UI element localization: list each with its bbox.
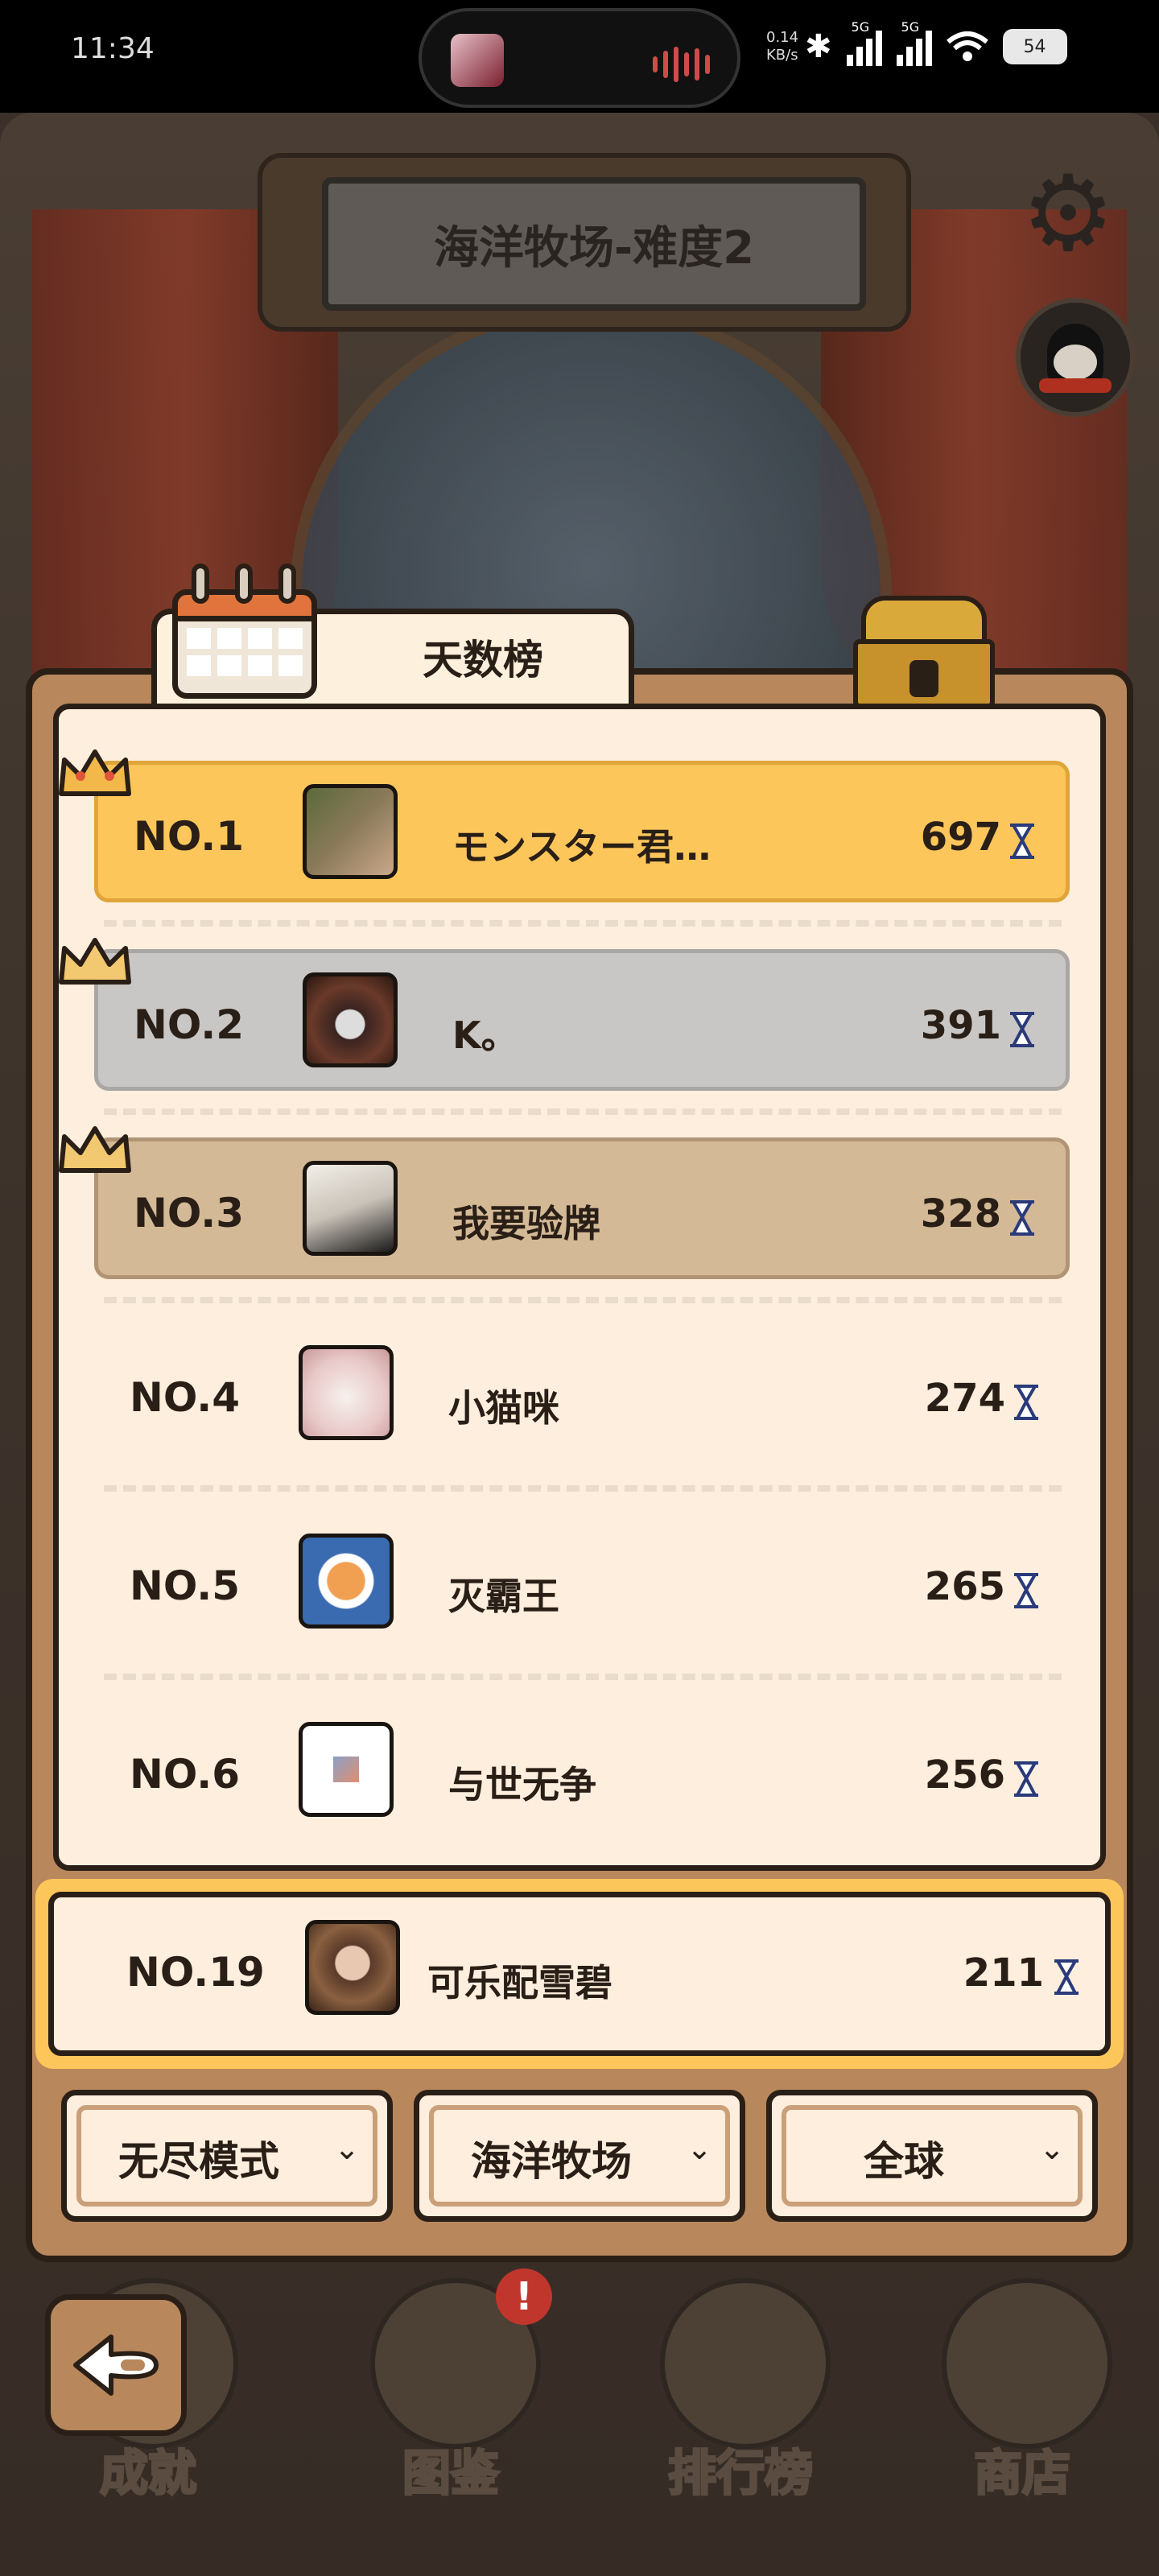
hourglass-icon (1010, 824, 1034, 859)
hourglass-icon (1014, 1385, 1038, 1420)
bluetooth-icon: ✱ (805, 28, 832, 65)
nav-label: 排行榜 (667, 2445, 815, 2504)
signal-1: 5G (846, 19, 882, 66)
region-dropdown[interactable]: 全球 ⌄ (766, 2090, 1098, 2222)
back-arrow-icon (73, 2334, 159, 2396)
hourglass-icon (1014, 1761, 1038, 1797)
net-speed-unit: KB/s (766, 47, 798, 64)
nav-label: 图鉴 (402, 2445, 501, 2504)
qq-penguin-icon[interactable] (1016, 298, 1135, 417)
row-divider (104, 1485, 1062, 1492)
nav-collection[interactable]: ! 图鉴 (338, 2268, 563, 2520)
signal-2-label: 5G (901, 19, 920, 35)
list-item-rank-4[interactable]: NO.4 小猫咪 274 (94, 1326, 1070, 1468)
player-name: 我要验牌 (452, 1202, 600, 1245)
nav-label: 商店 (973, 2445, 1072, 2504)
map-dropdown[interactable]: 海洋牧场 ⌄ (414, 2090, 745, 2222)
score-value: 265 (924, 1564, 1005, 1609)
rank-label: NO.19 (126, 1949, 265, 1996)
signal-2: 5G (896, 19, 932, 66)
player-name: K。 (452, 1013, 518, 1057)
my-rank-row[interactable]: NO.19 可乐配雪碧 211 (35, 1879, 1124, 2069)
net-speed-value: 0.14 (766, 29, 799, 46)
net-speed: 0.14 KB/s (766, 29, 798, 64)
player-name: 灭霸王 (448, 1575, 559, 1618)
list-item-rank-1[interactable]: NO.1 モンスター君… 697 (59, 749, 1070, 902)
avatar (305, 1920, 400, 2015)
hourglass-icon (1010, 1200, 1034, 1236)
list-item-rank-5[interactable]: NO.5 灭霸王 265 (94, 1514, 1070, 1656)
rank-label: NO.2 (134, 1001, 245, 1048)
rank-label: NO.1 (134, 813, 245, 860)
row-divider (104, 1674, 1062, 1680)
rank-label: NO.5 (130, 1563, 241, 1609)
score-value: 256 (924, 1752, 1005, 1798)
wifi-icon (946, 31, 988, 61)
rank-label: NO.6 (130, 1751, 241, 1798)
mode-dropdown[interactable]: 无尽模式 ⌄ (61, 2090, 393, 2222)
gear-icon[interactable]: ⚙ (1016, 161, 1120, 266)
status-time: 11:34 (71, 32, 155, 65)
nav-shop[interactable]: 商店 (909, 2278, 1135, 2520)
avatar (299, 1345, 394, 1440)
notification-badge: ! (496, 2268, 552, 2325)
chevron-down-icon: ⌄ (1039, 2131, 1065, 2166)
score-value: 328 (920, 1191, 1001, 1236)
dynamic-island[interactable] (419, 8, 740, 108)
page-title: 海洋牧场-难度2 (322, 177, 866, 311)
chevron-down-icon: ⌄ (334, 2131, 360, 2166)
list-item-rank-6[interactable]: NO.6 与世无争 256 (94, 1703, 1070, 1844)
row-divider (104, 920, 1062, 927)
score-value: 274 (924, 1376, 1005, 1421)
status-icons: ✱ 5G 5G 54 (805, 19, 1067, 66)
tab-label: 天数榜 (423, 637, 543, 683)
row-divider (104, 1108, 1062, 1115)
hourglass-icon (1014, 1573, 1038, 1608)
ranking-list[interactable]: NO.1 モンスター君… 697 NO.2 K。 391 NO.3 我要验牌 3… (53, 704, 1106, 1871)
avatar (299, 1534, 394, 1629)
crown-silver-icon (59, 938, 131, 985)
status-bar: 11:34 0.14 KB/s ✱ 5G 5G 54 (0, 0, 1159, 113)
hourglass-icon (1010, 1012, 1034, 1047)
nav-label: 成就 (99, 2445, 198, 2504)
score-value: 697 (920, 815, 1001, 860)
back-button[interactable] (45, 2294, 187, 2436)
player-name: 可乐配雪碧 (427, 1961, 612, 2004)
player-name: 小猫咪 (448, 1386, 559, 1430)
calendar-icon (172, 564, 322, 700)
media-thumbnail (451, 34, 504, 87)
player-name: モンスター君… (452, 825, 711, 869)
list-item-rank-2[interactable]: NO.2 K。 391 (59, 938, 1070, 1091)
dropdown-label: 无尽模式 (118, 2138, 279, 2185)
chevron-down-icon: ⌄ (687, 2131, 712, 2166)
audio-wave-icon (653, 47, 710, 82)
signal-1-label: 5G (851, 19, 870, 35)
score-value: 211 (963, 1951, 1044, 1996)
avatar (303, 1161, 398, 1256)
list-item-rank-3[interactable]: NO.3 我要验牌 328 (59, 1126, 1070, 1279)
scroll-icon (660, 2278, 831, 2449)
dropdown-label: 海洋牧场 (471, 2138, 632, 2185)
treasure-chest-icon[interactable] (853, 596, 995, 708)
score-value: 391 (920, 1003, 1001, 1048)
avatar (303, 972, 398, 1067)
battery-icon: 54 (1002, 29, 1067, 64)
player-name: 与世无争 (448, 1763, 596, 1806)
crown-gold-icon (59, 749, 131, 796)
rank-label: NO.3 (134, 1190, 245, 1236)
shop-icon (942, 2278, 1112, 2449)
avatar (299, 1722, 394, 1817)
avatar (303, 784, 398, 879)
nav-leaderboard[interactable]: 排行榜 (628, 2278, 853, 2520)
crown-bronze-icon (59, 1126, 131, 1173)
row-divider (104, 1297, 1062, 1303)
rank-label: NO.4 (130, 1374, 241, 1421)
hourglass-icon (1054, 1959, 1079, 1995)
dropdown-label: 全球 (864, 2138, 944, 2185)
